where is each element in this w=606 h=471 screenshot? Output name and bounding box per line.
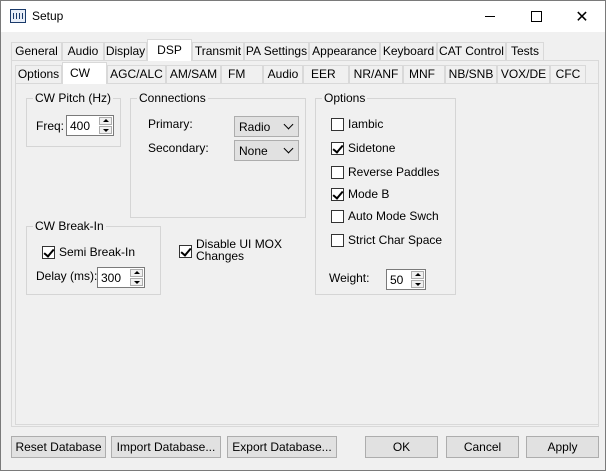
- freq-up-arrow-icon[interactable]: [99, 117, 112, 125]
- weight-value: 50: [390, 273, 404, 287]
- ok-button[interactable]: OK: [365, 436, 438, 458]
- mode-b-label: Mode B: [348, 187, 390, 201]
- weight-label: Weight:: [329, 271, 370, 285]
- reverse-paddles-checkbox[interactable]: [331, 166, 344, 179]
- subtab-options[interactable]: Options: [15, 65, 62, 83]
- auto-mode-swch-label: Auto Mode Swch: [348, 209, 439, 223]
- apply-button[interactable]: Apply: [526, 436, 599, 458]
- subtab-cw[interactable]: CW: [62, 62, 107, 84]
- tab-general[interactable]: General: [11, 42, 62, 60]
- tab-pa-settings[interactable]: PA Settings: [244, 42, 309, 60]
- connections-title: Connections: [137, 91, 208, 105]
- cw-break-in-group: CW Break-In Semi Break-In Delay (ms): 30…: [26, 219, 161, 295]
- subtab-eer[interactable]: EER: [303, 65, 349, 83]
- freq-label: Freq:: [36, 119, 65, 133]
- iambic-label: Iambic: [348, 117, 384, 131]
- sidetone-checkbox[interactable]: [331, 142, 344, 155]
- subtab-vox-de[interactable]: VOX/DE: [497, 65, 550, 83]
- subtab-cfc[interactable]: CFC: [550, 65, 586, 83]
- subtab-audio[interactable]: Audio: [263, 65, 303, 83]
- secondary-value: None: [239, 144, 268, 158]
- auto-mode-swch-checkbox[interactable]: [331, 210, 344, 223]
- subtab-agc-alc[interactable]: AGC/ALC: [107, 65, 166, 83]
- cw-pitch-title: CW Pitch (Hz): [33, 91, 113, 105]
- weight-down-arrow-icon[interactable]: [411, 280, 424, 288]
- delay-down-arrow-icon[interactable]: [130, 278, 143, 286]
- tab-display[interactable]: Display: [104, 42, 147, 60]
- connections-group: Connections Primary: Radio Secondary: No…: [130, 91, 306, 218]
- subtab-am-sam[interactable]: AM/SAM: [166, 65, 221, 83]
- chevron-down-icon: [283, 119, 294, 130]
- secondary-label: Secondary:: [148, 141, 209, 155]
- semi-break-in-checkbox[interactable]: [42, 246, 55, 259]
- minimize-button[interactable]: [467, 1, 513, 32]
- subtab-fm[interactable]: FM: [221, 65, 263, 83]
- mode-b-checkbox[interactable]: [331, 188, 344, 201]
- cw-break-in-title: CW Break-In: [33, 219, 106, 233]
- weight-up-arrow-icon[interactable]: [411, 271, 424, 279]
- title-bar: Setup ✕: [1, 1, 605, 32]
- subtab-mnf[interactable]: MNF: [403, 65, 445, 83]
- weight-stepper-arrows: [411, 271, 424, 288]
- freq-stepper[interactable]: 400: [66, 115, 114, 136]
- maximize-icon: [530, 11, 542, 22]
- tab-cat-control[interactable]: CAT Control: [437, 42, 506, 60]
- import-database-button[interactable]: Import Database...: [111, 436, 221, 458]
- tab-keyboard[interactable]: Keyboard: [380, 42, 437, 60]
- cancel-button[interactable]: Cancel: [446, 436, 519, 458]
- delay-label: Delay (ms):: [36, 269, 98, 283]
- primary-label: Primary:: [148, 117, 193, 131]
- iambic-checkbox[interactable]: [331, 118, 344, 131]
- maximize-button[interactable]: [513, 1, 559, 32]
- close-icon: ✕: [575, 7, 589, 26]
- weight-stepper[interactable]: 50: [386, 269, 426, 290]
- chevron-down-icon: [283, 143, 294, 154]
- main-tab-strip: General Audio Display DSP Transmit PA Se…: [1, 39, 605, 61]
- primary-value: Radio: [239, 120, 271, 134]
- disable-ui-mox-label-line2: Changes: [196, 249, 245, 263]
- strict-char-space-checkbox[interactable]: [331, 234, 344, 247]
- semi-break-in-label: Semi Break-In: [59, 245, 136, 259]
- tab-audio[interactable]: Audio: [62, 42, 104, 60]
- export-database-button[interactable]: Export Database...: [227, 436, 337, 458]
- options-group: Options Iambic Sidetone Reverse Paddles …: [315, 91, 456, 295]
- subtab-nr-anf[interactable]: NR/ANF: [349, 65, 403, 83]
- delay-value: 300: [101, 271, 122, 285]
- freq-down-arrow-icon[interactable]: [99, 126, 112, 134]
- primary-select[interactable]: Radio: [234, 116, 299, 137]
- sidetone-label: Sidetone: [348, 141, 396, 155]
- secondary-select[interactable]: None: [234, 140, 299, 161]
- strict-char-space-label: Strict Char Space: [348, 233, 443, 247]
- app-icon: [10, 9, 26, 23]
- reset-database-button[interactable]: Reset Database: [11, 436, 106, 458]
- close-button[interactable]: ✕: [559, 1, 605, 32]
- window-title: Setup: [32, 9, 64, 23]
- tab-appearance[interactable]: Appearance: [309, 42, 380, 60]
- options-title: Options: [322, 91, 368, 105]
- cw-pitch-group: CW Pitch (Hz) Freq: 400: [26, 91, 121, 147]
- sub-tab-strip: Options CW AGC/ALC AM/SAM FM Audio EER N…: [1, 62, 605, 84]
- tab-transmit[interactable]: Transmit: [192, 42, 244, 60]
- subtab-nb-snb[interactable]: NB/SNB: [445, 65, 497, 83]
- tab-dsp[interactable]: DSP: [147, 39, 192, 61]
- delay-stepper[interactable]: 300: [97, 267, 145, 288]
- freq-stepper-arrows: [99, 117, 112, 134]
- freq-value: 400: [70, 119, 91, 133]
- setup-window: Setup ✕ General Audio Display DSP Transm…: [0, 0, 606, 471]
- delay-up-arrow-icon[interactable]: [130, 269, 143, 277]
- tab-tests[interactable]: Tests: [506, 42, 544, 60]
- reverse-paddles-label: Reverse Paddles: [348, 165, 440, 179]
- minimize-icon: [485, 16, 495, 17]
- disable-ui-mox-checkbox[interactable]: [179, 245, 192, 258]
- delay-stepper-arrows: [130, 269, 143, 286]
